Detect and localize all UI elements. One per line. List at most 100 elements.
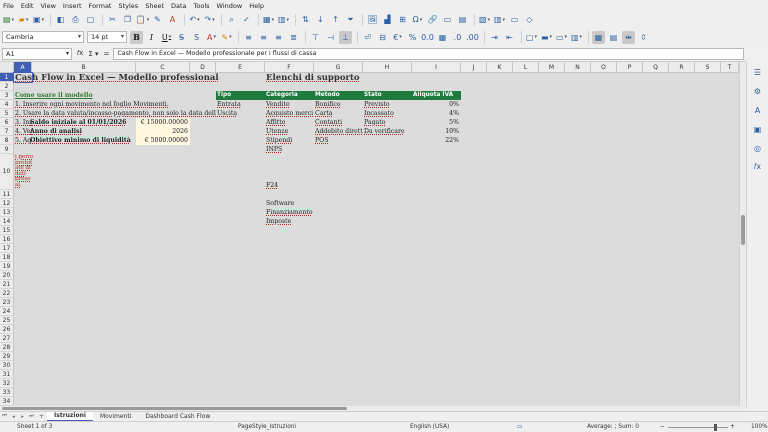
list-item-categoria[interactable]: Stipendi xyxy=(265,136,314,145)
menu-format[interactable]: Format xyxy=(89,2,112,10)
percent-format-icon[interactable]: % xyxy=(406,31,419,44)
list-item-categoria[interactable]: Finanziamento xyxy=(265,208,314,217)
list-item-categoria[interactable]: INPS xyxy=(265,145,314,154)
clone-formatting-icon[interactable]: ✎ xyxy=(151,13,164,26)
list-header-tipo[interactable]: Tipo xyxy=(216,91,265,100)
row-header-1[interactable]: 1 xyxy=(0,73,14,82)
column-header-g[interactable]: G xyxy=(314,62,363,73)
redo-icon[interactable]: ↷ xyxy=(203,13,216,26)
new-document-icon[interactable]: ▤ xyxy=(2,13,15,26)
row-header-24[interactable]: 24 xyxy=(0,307,14,316)
menu-help[interactable]: Help xyxy=(249,2,264,10)
list-item-categoria[interactable]: Vendite xyxy=(265,100,314,109)
prev-sheet-icon[interactable]: ◂ xyxy=(9,414,18,420)
menu-file[interactable]: File xyxy=(3,2,14,10)
gallery-icon[interactable]: ▣ xyxy=(752,123,764,135)
tab-istruzioni[interactable]: Istruzioni xyxy=(47,411,93,422)
row-header-22[interactable]: 22 xyxy=(0,289,14,298)
value-obiettivo-liquidita[interactable]: € 5000.00000 xyxy=(136,136,190,145)
font-color-icon[interactable]: A xyxy=(205,31,218,44)
row-header-8[interactable]: 8 xyxy=(0,136,14,145)
column-header-f[interactable]: F xyxy=(265,62,314,73)
zoom-out-icon[interactable]: − xyxy=(660,424,665,430)
split-window-icon[interactable]: ▭ xyxy=(508,13,521,26)
border-style-icon[interactable]: ▬ xyxy=(540,31,553,44)
align-right-icon[interactable]: ≡ xyxy=(272,31,285,44)
justify-icon[interactable]: ≣ xyxy=(287,31,300,44)
row-header-16[interactable]: 16 xyxy=(0,235,14,244)
column-header-k[interactable]: K xyxy=(487,62,513,73)
date-format-icon[interactable]: ▦ xyxy=(436,31,449,44)
list-item-categoria[interactable]: Affitto xyxy=(265,118,314,127)
bold-button[interactable]: B xyxy=(130,30,143,44)
row-header-10[interactable]: 10 xyxy=(0,154,14,190)
row-header-12[interactable]: 12 xyxy=(0,199,14,208)
list-item-categoria[interactable]: Acquisto merci xyxy=(265,109,314,118)
row-header-33[interactable]: 33 xyxy=(0,388,14,397)
menu-tools[interactable]: Tools xyxy=(194,2,210,10)
row-header-28[interactable]: 28 xyxy=(0,343,14,352)
tab-movimenti[interactable]: Movimenti xyxy=(93,412,138,422)
column-header-p[interactable]: P xyxy=(617,62,643,73)
autofilter-icon[interactable]: ⏷ xyxy=(344,13,357,26)
headers-footers-icon[interactable]: ▤ xyxy=(456,13,469,26)
section-how-to-use[interactable]: Come usare il modello xyxy=(14,91,190,100)
conditional-format-icon[interactable]: ▥ xyxy=(570,31,583,44)
align-bottom-icon[interactable]: ⊥ xyxy=(339,30,352,44)
select-all-corner[interactable] xyxy=(0,62,14,73)
support-lists-title[interactable]: Elenchi di supporto xyxy=(265,73,412,84)
list-header-categoria[interactable]: Categoria xyxy=(265,91,314,100)
sidebar-menu-icon[interactable]: ☰ xyxy=(752,66,764,78)
formula-input[interactable]: Cash Flow in Excel — Modello professiona… xyxy=(113,47,744,60)
cut-icon[interactable]: ✂ xyxy=(106,13,119,26)
comment-icon[interactable]: ▭ xyxy=(441,13,454,26)
styles-icon[interactable]: A xyxy=(752,104,764,116)
number-format-icon[interactable]: 0.0 xyxy=(421,31,434,44)
row-header-11[interactable]: 11 xyxy=(0,190,14,199)
function-wizard-icon[interactable]: 𝑓x xyxy=(77,49,83,58)
menu-edit[interactable]: Edit xyxy=(21,2,34,10)
label-saldo-iniziale[interactable]: Saldo iniziale al 01/01/2026 xyxy=(29,118,133,127)
sort-icon[interactable]: ⇅ xyxy=(299,13,312,26)
special-character-icon[interactable]: Ω xyxy=(411,13,424,26)
border-color-icon[interactable]: ▭ xyxy=(555,31,568,44)
page-style[interactable]: PageStyle_Istruzioni xyxy=(238,424,296,430)
column-header-j[interactable]: J xyxy=(461,62,487,73)
list-item-metodo[interactable]: Bonifico xyxy=(314,100,363,109)
menu-sheet[interactable]: Sheet xyxy=(145,2,164,10)
list-item-iva[interactable]: 0% xyxy=(412,100,461,109)
decrease-indent-icon[interactable]: ⇤ xyxy=(503,31,516,44)
list-item-iva[interactable]: 4% xyxy=(412,109,461,118)
column-header-l[interactable]: L xyxy=(513,62,539,73)
italic-button[interactable]: I xyxy=(145,31,158,44)
row-header-31[interactable]: 31 xyxy=(0,370,14,379)
align-top-icon[interactable]: ⊤ xyxy=(309,31,322,44)
row-header-2[interactable]: 2 xyxy=(0,82,14,91)
column-header-c[interactable]: C xyxy=(136,62,190,73)
row-icon[interactable]: ▦ xyxy=(262,13,275,26)
row-header-29[interactable]: 29 xyxy=(0,352,14,361)
zoom-level[interactable]: 100% xyxy=(751,424,768,430)
list-item-tipo[interactable]: Uscita xyxy=(216,109,265,118)
navigator-icon[interactable]: ◎ xyxy=(752,142,764,154)
row-header-7[interactable]: 7 xyxy=(0,127,14,136)
print-icon[interactable]: ⎙ xyxy=(69,13,82,26)
list-item-stato[interactable]: Previsto xyxy=(363,100,412,109)
first-sheet-icon[interactable]: ⏮ xyxy=(0,413,9,420)
undo-icon[interactable]: ↶ xyxy=(188,13,201,26)
label-obiettivo-liquidita[interactable]: Obiettivo minimo di liquidità xyxy=(29,136,133,145)
row-header-13[interactable]: 13 xyxy=(0,208,14,217)
column-header-r[interactable]: R xyxy=(669,62,695,73)
next-sheet-icon[interactable]: ▸ xyxy=(18,414,27,420)
list-item-metodo[interactable]: Addebito diretto xyxy=(314,127,363,136)
row-header-25[interactable]: 25 xyxy=(0,316,14,325)
column-header-d[interactable]: D xyxy=(190,62,216,73)
strikethrough-icon[interactable]: S̶ xyxy=(175,31,188,44)
row-header-18[interactable]: 18 xyxy=(0,253,14,262)
freeze-rows-columns-icon[interactable]: ▥ xyxy=(493,13,506,26)
sort-ascending-icon[interactable]: ↓ xyxy=(314,13,327,26)
last-sheet-icon[interactable]: ⏭ xyxy=(27,413,36,420)
list-header-metodo[interactable]: Metodo xyxy=(314,91,363,100)
grid-lines-icon[interactable]: ▦ xyxy=(592,30,605,44)
zoom-slider[interactable] xyxy=(668,424,728,431)
